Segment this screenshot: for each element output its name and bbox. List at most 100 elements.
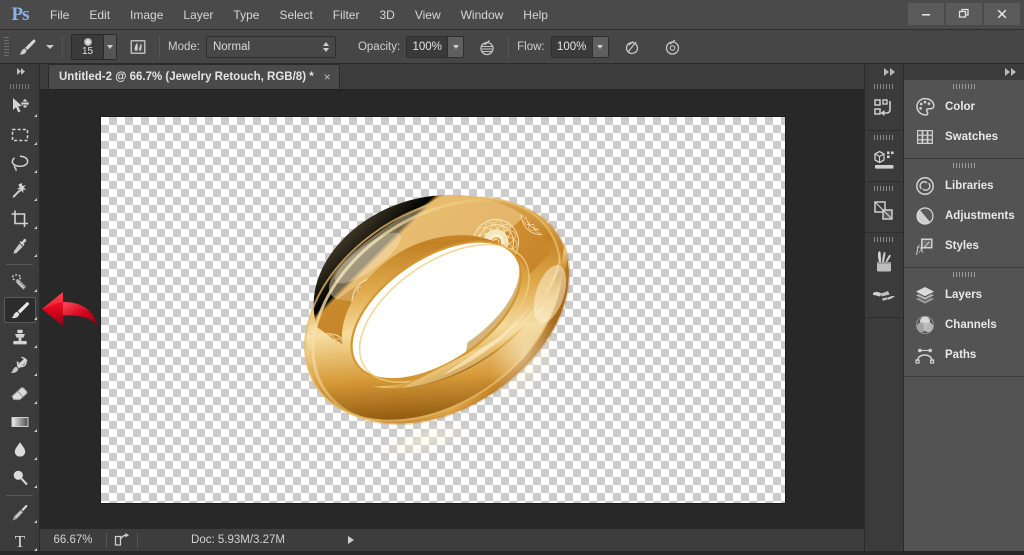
menu-file[interactable]: File <box>40 0 79 30</box>
tool-brush[interactable] <box>0 296 40 324</box>
options-bar-grip[interactable] <box>0 30 12 64</box>
dock-icon-history[interactable] <box>865 92 903 126</box>
marquee-tool-icon <box>11 128 29 142</box>
blend-mode-value: Normal <box>212 40 251 53</box>
menu-view[interactable]: View <box>405 0 451 30</box>
mode-label: Mode: <box>168 40 200 53</box>
toolbar-expand-button[interactable] <box>0 64 39 79</box>
brush-tool-icon-wrap <box>4 297 36 323</box>
options-divider-2 <box>159 35 160 58</box>
document-tab[interactable]: Untitled-2 @ 66.7% (Jewelry Retouch, RGB… <box>48 64 340 89</box>
pressure-controls-size-button[interactable] <box>619 34 645 60</box>
panel-item-styles[interactable]: fx Styles <box>904 231 1024 261</box>
eyedropper-tool-icon-wrap <box>4 234 36 260</box>
flow-field[interactable]: 100% <box>550 35 609 58</box>
tool-lasso[interactable] <box>0 149 40 177</box>
panel-dock-collapse-button[interactable] <box>904 64 1024 80</box>
airbrush-toggle-button[interactable] <box>659 34 685 60</box>
menu-image[interactable]: Image <box>120 0 173 30</box>
menu-type[interactable]: Type <box>223 0 269 30</box>
toggle-brush-panel-button[interactable] <box>125 34 151 60</box>
menu-select[interactable]: Select <box>269 0 322 30</box>
tool-rectangular-marquee[interactable] <box>0 121 40 149</box>
panel-grip[interactable] <box>865 80 903 92</box>
tool-blur[interactable] <box>0 436 40 464</box>
tool-spot-healing-brush[interactable] <box>0 268 40 296</box>
pen-tool-icon-wrap <box>4 500 36 526</box>
tool-clone-stamp[interactable] <box>0 324 40 352</box>
tool-eraser[interactable] <box>0 380 40 408</box>
panel-item-color[interactable]: Color <box>904 92 1024 122</box>
dock-icon-brush-presets[interactable] <box>865 245 903 279</box>
brush-tip-preview-icon <box>83 37 92 46</box>
brush-preset-dropdown-button[interactable] <box>103 34 116 59</box>
menu-layer[interactable]: Layer <box>173 0 223 30</box>
status-expand-button[interactable] <box>338 536 364 544</box>
tool-eyedropper[interactable] <box>0 233 40 261</box>
tool-dodge[interactable] <box>0 464 40 492</box>
panel-item-paths[interactable]: Paths <box>904 340 1024 370</box>
minimize-button[interactable] <box>908 3 944 25</box>
panel-item-swatches[interactable]: Swatches <box>904 122 1024 152</box>
pressure-controls-opacity-button[interactable] <box>474 34 500 60</box>
opacity-dropdown-button[interactable] <box>447 36 464 57</box>
flow-label: Flow: <box>517 40 545 53</box>
tool-crop[interactable] <box>0 205 40 233</box>
icon-dock-group-history <box>865 80 903 131</box>
menu-3d[interactable]: 3D <box>369 0 404 30</box>
tool-flyout-indicator <box>34 254 37 257</box>
icon-dock-collapse-button[interactable] <box>865 64 903 80</box>
clone-stamp-tool-icon <box>13 329 27 345</box>
panel-grip[interactable] <box>865 233 903 245</box>
dock-icon-layer-comps[interactable] <box>865 194 903 228</box>
close-button[interactable] <box>984 3 1020 25</box>
panel-grip[interactable] <box>904 268 1024 280</box>
tool-history-brush[interactable] <box>0 352 40 380</box>
dock-icon-brush[interactable] <box>865 279 903 313</box>
toolbar-grip[interactable] <box>0 79 39 93</box>
brush-preset-picker-caret[interactable] <box>46 44 54 49</box>
magic-wand-tool-icon-wrap <box>4 178 36 204</box>
options-bar: 15 Mode: Normal Opacity: 100% Flow: 100% <box>0 30 1024 64</box>
tablet-pressure-size-icon <box>625 40 638 54</box>
tool-flyout-indicator <box>34 114 37 117</box>
tool-flyout-indicator <box>34 401 37 404</box>
panel-grip[interactable] <box>865 131 903 143</box>
tool-magic-wand[interactable] <box>0 177 40 205</box>
tool-flyout-indicator <box>34 317 37 320</box>
tool-flyout-indicator <box>34 457 37 460</box>
close-icon[interactable]: × <box>324 71 331 83</box>
restore-button[interactable] <box>946 3 982 25</box>
panel-item-channels[interactable]: Channels <box>904 310 1024 340</box>
paths-bezier-icon <box>915 348 935 364</box>
dock-icon-properties[interactable] <box>865 143 903 177</box>
tool-flyout-indicator <box>34 198 37 201</box>
brush-preset-picker[interactable]: 15 <box>71 33 117 60</box>
type-tool-icon-wrap: T <box>4 528 36 554</box>
tool-pen[interactable] <box>0 499 40 527</box>
active-tool-icon-button[interactable] <box>12 34 42 60</box>
tool-gradient[interactable] <box>0 408 40 436</box>
menu-window[interactable]: Window <box>451 0 514 30</box>
panel-grip[interactable] <box>904 159 1024 171</box>
tool-move[interactable] <box>0 93 40 121</box>
panel-item-adjustments[interactable]: Adjustments <box>904 201 1024 231</box>
panel-grip[interactable] <box>865 182 903 194</box>
opacity-field[interactable]: 100% <box>406 35 465 58</box>
menu-bar: Ps File Edit Image Layer Type Select Fil… <box>0 0 1024 30</box>
zoom-level-value[interactable]: 66.67% <box>40 534 106 546</box>
menu-help[interactable]: Help <box>513 0 558 30</box>
artboard-transparency-checkerboard[interactable] <box>101 117 785 503</box>
menu-edit[interactable]: Edit <box>79 0 120 30</box>
canvas-area[interactable] <box>40 90 868 528</box>
panel-item-layers[interactable]: Layers <box>904 280 1024 310</box>
tool-flyout-indicator <box>34 289 37 292</box>
panel-item-libraries[interactable]: Libraries <box>904 171 1024 201</box>
panel-label: Paths <box>945 349 977 361</box>
flow-dropdown-button[interactable] <box>591 36 608 57</box>
blend-mode-select[interactable]: Normal <box>205 35 336 58</box>
panel-grip[interactable] <box>904 80 1024 92</box>
document-size-info: Doc: 5.93M/3.27M <box>191 534 285 546</box>
menu-filter[interactable]: Filter <box>323 0 370 30</box>
share-button[interactable] <box>107 533 137 547</box>
